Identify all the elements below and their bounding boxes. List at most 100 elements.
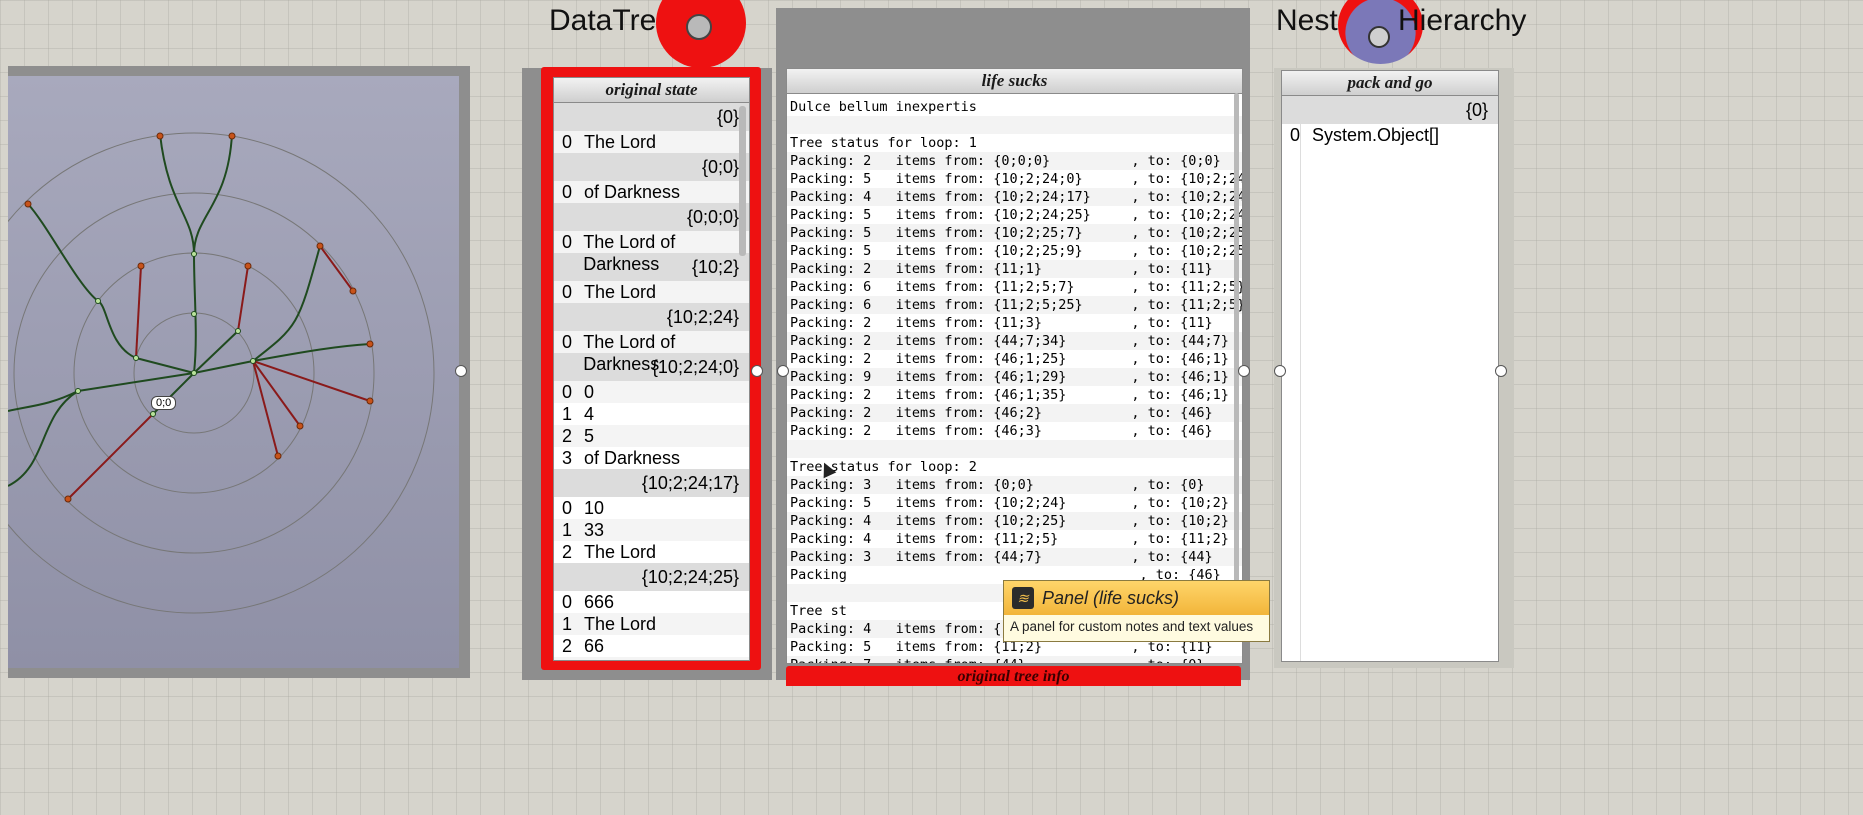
tree-item-row: 3of Darkness	[554, 447, 749, 469]
tree-item-row: 0 666	[554, 591, 749, 613]
tree-item-value: The Lord	[584, 614, 657, 634]
pack-and-go-row: 0 System.Object[]	[1282, 124, 1498, 146]
original-state-title: original state	[554, 78, 749, 103]
tree-item-index: 0	[562, 282, 573, 302]
tree-item-value: of Darkness	[584, 448, 681, 468]
log-line: Packing: 2 items from: {11;3} , to: {11}	[790, 315, 1213, 331]
pack-and-go-path: {0}	[1282, 96, 1498, 124]
tree-item-value: The Lord of Darkness	[583, 332, 676, 374]
tree-item-index: 3	[554, 657, 580, 660]
tree-item-row: 2 66	[554, 635, 749, 657]
tree-item-index: 1	[562, 404, 573, 424]
log-line: Packing: 3 items from: {44;7} , to: {44}	[787, 548, 1242, 566]
log-line: Packing: 2 items from: {44;7;34} , to: {…	[787, 332, 1242, 350]
tree-branch-path: {10;2;24}	[554, 303, 749, 331]
panel-tooltip: ≋ Panel (life sucks) A panel for custom …	[1003, 580, 1270, 642]
log-line: Packing: 5 items from: {10;2;24;0} , to:…	[790, 171, 1243, 187]
life-sucks-output-grip[interactable]	[1238, 365, 1250, 377]
tree-item-index: 0	[562, 332, 573, 352]
log-line: Packing: 2 items from: {46;1;35} , to: {…	[790, 387, 1229, 403]
tree-item-row: 00	[554, 381, 749, 403]
tree-branch-path: {0;0}	[554, 153, 749, 181]
original-tree-info-title: original tree info	[957, 668, 1070, 685]
tree-item-row: 0 The Lord	[554, 281, 749, 303]
original-state-panel[interactable]: original state {0} 0 The Lord {0;0} 0 of Dark…	[553, 77, 750, 661]
viewport-output-grip[interactable]	[455, 365, 467, 377]
log-line: Packing: 2 items from: {46;2} , to: {46}	[787, 404, 1242, 422]
log-line	[787, 440, 1242, 458]
tree-item-row: 0 of Darkness	[554, 181, 749, 203]
tree-item-value: The Lord of Darkness	[583, 232, 676, 274]
tree-item-index: 0	[562, 592, 573, 612]
hierarchy-group-title: Hierarchy	[1398, 4, 1527, 37]
panel-component-icon: ≋	[1012, 587, 1034, 609]
tooltip-body: A panel for custom notes and text values	[1010, 619, 1254, 634]
knob-circle-icon	[686, 14, 712, 40]
original-state-body: {0} 0 The Lord {0;0} 0 of Darkness {0;0;0} 0 The…	[554, 103, 749, 660]
tooltip-title: Panel (life sucks)	[1042, 587, 1180, 608]
life-sucks-scrollbar[interactable]	[1234, 93, 1239, 623]
canvas[interactable]: DataTree Nested Hierarchy 0;0 original s…	[8, 0, 1855, 808]
datatree-group-title: DataTree	[549, 4, 673, 37]
original-tree-info-panel[interactable]: original tree info	[786, 666, 1241, 686]
tree-branch-path: {10;2;24;25}	[554, 563, 749, 591]
log-line: Packing: 5 items from: {10;2;24} , to: {…	[790, 495, 1229, 511]
tree-item-row: 1 33	[554, 519, 749, 541]
log-line: Packing: 2 items from: {0;0;0} , to: {0;…	[787, 152, 1242, 170]
log-line	[787, 116, 1242, 134]
viewport-3d[interactable]: 0;0	[8, 76, 459, 668]
log-line: Packing: 5 items from: {10;2;25;9} , to:…	[790, 243, 1243, 259]
pack-and-go-input-grip[interactable]	[1274, 365, 1286, 377]
tree-item-value: The Lord	[584, 282, 657, 302]
pack-and-go-output-grip[interactable]	[1495, 365, 1507, 377]
pack-and-go-title: pack and go	[1282, 71, 1498, 96]
log-line: Packing: 4 items from: {10;2;25} , to: {…	[787, 512, 1242, 530]
log-line: Packing: 2 items from: {11;1} , to: {11}	[787, 260, 1242, 278]
tree-item-value: 33	[584, 520, 605, 540]
viewport-container: 0;0	[8, 66, 470, 678]
tree-item-index: 1	[562, 614, 573, 634]
log-line: Packing: 2 items from: {46;3} , to: {46}	[790, 423, 1213, 439]
tree-item-row: 0 The Lord of Darkness	[554, 231, 749, 274]
tree-diagram	[8, 132, 435, 614]
tree-item-index: 0	[562, 182, 573, 202]
life-sucks-panel[interactable]: life sucks Dulce bellum inexpertis Tree s…	[786, 68, 1243, 664]
log-line: Tree status for loop: 1	[790, 135, 977, 151]
pack-and-go-index-column	[1300, 123, 1301, 661]
tree-item-row: 0 The Lord	[554, 131, 749, 153]
log-line: Packing: 2 items from: {46;1;25} , to: {…	[790, 351, 1229, 367]
tree-item-index: 2	[562, 542, 573, 562]
tree-item-index: 2	[562, 636, 573, 656]
tree-item-value: of Darkness	[580, 657, 680, 660]
tree-item-row: 1 The Lord	[554, 613, 749, 635]
tree-item-value: The Lord	[584, 132, 657, 152]
log-line: Packing: 4 items from: {11;2;5} , to: {1…	[790, 531, 1229, 547]
log-line: Dulce bellum inexpertis	[790, 99, 977, 115]
tree-item-index: 2	[562, 426, 573, 446]
tree-item-value: 0	[584, 382, 595, 402]
tree-item-value: 66	[584, 636, 605, 656]
pack-and-go-panel[interactable]: pack and go {0} 0 System.Object[]	[1281, 70, 1499, 662]
log-line: Packing: 6 items from: {11;2;5;25} , to:…	[787, 296, 1242, 314]
original-state-scrollbar[interactable]	[739, 106, 746, 256]
life-sucks-input-grip[interactable]	[777, 365, 789, 377]
log-line: Packing: 4 items from: {10;2;24;17} , to…	[787, 188, 1242, 206]
life-sucks-title: life sucks	[787, 69, 1242, 94]
tree-branch-path: {0;0;0}	[554, 203, 749, 231]
hierarchy-node-icon	[1368, 26, 1390, 48]
tree-item-index: 0	[562, 498, 573, 518]
tree-item-index: 0	[562, 382, 573, 402]
tree-item-row: 0 10	[554, 497, 749, 519]
tree-branch-path: {0}	[554, 103, 749, 131]
tree-item-row: 3of Darkness	[554, 657, 749, 660]
tree-item-row: 25	[554, 425, 749, 447]
pack-and-go-value: System.Object[]	[1312, 125, 1440, 145]
tree-item-value: 4	[584, 404, 595, 424]
tree-branch-path: {10;2;24;17}	[554, 469, 749, 497]
node-label-tag: 0;0	[151, 396, 177, 410]
log-line: Packing: 5 items from: {10;2;25;7} , to:…	[787, 224, 1242, 242]
original-state-output-grip[interactable]	[751, 365, 763, 377]
tree-item-value: of Darkness	[584, 182, 681, 202]
tree-item-index: 0	[562, 132, 573, 152]
tree-item-row: 14	[554, 403, 749, 425]
